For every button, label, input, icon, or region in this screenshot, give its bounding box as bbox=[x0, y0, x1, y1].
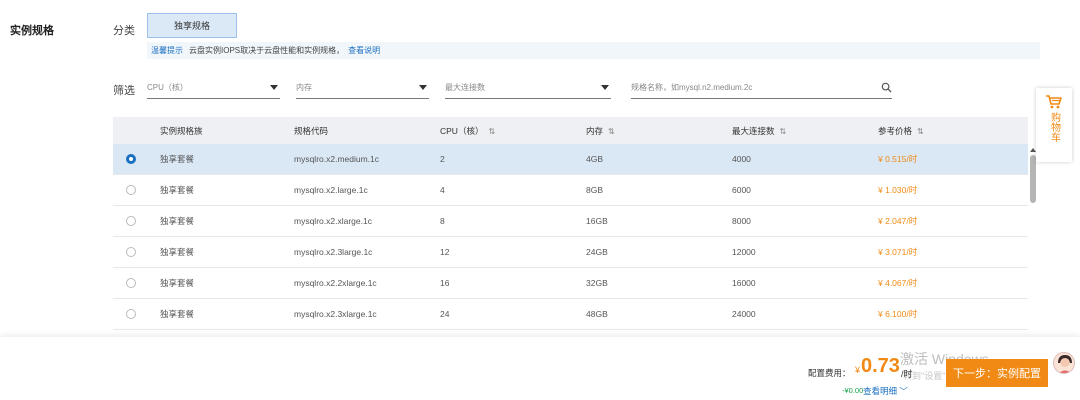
cell-family: 独享套餐 bbox=[160, 154, 195, 164]
spec-table: 实例规格族 规格代码 CPU（核） ⇅ 内存 ⇅ 最大连接数 ⇅ 参考价格 ⇅ 独享套餐… bbox=[113, 117, 1028, 330]
row-radio[interactable] bbox=[125, 309, 136, 319]
table-row[interactable]: 独享套餐 mysqlro.x2.3xlarge.1c 24 48GB 24000… bbox=[113, 299, 1028, 330]
next-step-button[interactable]: 下一步：实例配置 bbox=[946, 359, 1048, 387]
cart-button[interactable]: 购物车 bbox=[1036, 88, 1072, 162]
tip-bar: 温馨提示 云盘实例IOPS取决于云盘性能和实例规格， 查看说明 bbox=[147, 42, 1040, 59]
filter-label: 筛选 bbox=[113, 85, 135, 97]
cell-connections: 8000 bbox=[732, 216, 751, 226]
table-scrollbar[interactable] bbox=[1030, 145, 1037, 335]
cell-cpu: 16 bbox=[440, 278, 450, 288]
connections-filter-placeholder: 最大连接数 bbox=[445, 83, 485, 92]
sort-icon[interactable]: ⇅ bbox=[608, 127, 615, 136]
cell-connections: 24000 bbox=[732, 309, 756, 319]
section-title: 实例规格 bbox=[10, 25, 54, 37]
spec-type-chip[interactable]: 独享规格 bbox=[147, 13, 237, 38]
header-memory[interactable]: 内存 ⇅ bbox=[586, 125, 732, 137]
chevron-down-icon bbox=[601, 85, 609, 90]
sort-icon[interactable]: ⇅ bbox=[917, 127, 924, 136]
avatar-icon bbox=[1058, 355, 1072, 373]
spec-search-box bbox=[631, 77, 892, 99]
cell-price: ¥ 6.100/时 bbox=[878, 309, 918, 319]
header-price[interactable]: 参考价格 ⇅ bbox=[878, 125, 1028, 137]
chevron-down-icon: ﹀ bbox=[899, 386, 908, 396]
cart-label: 购物车 bbox=[1048, 112, 1060, 142]
chevron-down-icon bbox=[419, 85, 427, 90]
cart-icon bbox=[1046, 95, 1062, 109]
cell-price: ¥ 2.047/时 bbox=[878, 216, 918, 226]
view-detail-link[interactable]: 查看明细 ﹀ bbox=[863, 385, 908, 397]
scroll-thumb[interactable] bbox=[1030, 155, 1036, 203]
table-row[interactable]: 独享套餐 mysqlro.x2.2xlarge.1c 16 32GB 16000… bbox=[113, 268, 1028, 299]
cell-cpu: 24 bbox=[440, 309, 450, 319]
search-icon[interactable] bbox=[881, 82, 892, 93]
sort-icon[interactable]: ⇅ bbox=[780, 127, 787, 136]
cell-family: 独享套餐 bbox=[160, 216, 195, 226]
cell-cpu: 8 bbox=[440, 216, 445, 226]
cell-memory: 48GB bbox=[586, 309, 608, 319]
table-header: 实例规格族 规格代码 CPU（核） ⇅ 内存 ⇅ 最大连接数 ⇅ 参考价格 ⇅ bbox=[113, 117, 1028, 144]
cell-price: ¥ 3.071/时 bbox=[878, 247, 918, 257]
fee-unit: /时 bbox=[901, 369, 913, 379]
cell-connections: 16000 bbox=[732, 278, 756, 288]
cell-connections: 4000 bbox=[732, 154, 751, 164]
cell-family: 独享套餐 bbox=[160, 278, 195, 288]
cpu-filter-placeholder: CPU（核） bbox=[147, 83, 188, 92]
cell-price: ¥ 0.515/时 bbox=[878, 154, 918, 164]
fee-amount: 0.73 bbox=[861, 355, 900, 377]
footer-bar: 激活 Windows 转到"设置" 配置费用： ¥ 0.73 /时 -¥0.00… bbox=[0, 337, 1080, 400]
table-row[interactable]: 独享套餐 mysqlro.x2.large.1c 4 8GB 6000 ¥ 1.… bbox=[113, 175, 1028, 206]
fee-label: 配置费用： bbox=[808, 368, 851, 378]
category-label: 分类 bbox=[113, 25, 135, 37]
cell-price: ¥ 1.030/时 bbox=[878, 185, 918, 195]
sort-icon[interactable]: ⇅ bbox=[488, 127, 495, 136]
fee-saving: -¥0.00 bbox=[842, 386, 864, 395]
row-radio[interactable] bbox=[125, 247, 136, 257]
cell-cpu: 4 bbox=[440, 185, 445, 195]
cell-memory: 4GB bbox=[586, 154, 604, 164]
cell-family: 独享套餐 bbox=[160, 309, 195, 319]
instance-spec-page: 实例规格 分类 独享规格 温馨提示 云盘实例IOPS取决于云盘性能和实例规格， … bbox=[0, 0, 1080, 400]
cell-code: mysqlro.x2.medium.1c bbox=[294, 154, 380, 164]
cell-memory: 8GB bbox=[586, 185, 604, 195]
header-family: 实例规格族 bbox=[160, 125, 203, 136]
cell-memory: 24GB bbox=[586, 247, 608, 257]
avatar[interactable] bbox=[1053, 352, 1075, 374]
cell-connections: 6000 bbox=[732, 185, 751, 195]
cell-code: mysqlro.x2.3large.1c bbox=[294, 247, 373, 257]
header-code: 规格代码 bbox=[294, 125, 329, 136]
cell-memory: 32GB bbox=[586, 278, 608, 288]
header-cpu[interactable]: CPU（核） ⇅ bbox=[440, 125, 586, 137]
cell-memory: 16GB bbox=[586, 216, 608, 226]
tip-link[interactable]: 查看说明 bbox=[348, 45, 380, 56]
tip-tag: 温馨提示 bbox=[151, 46, 183, 55]
cell-code: mysqlro.x2.xlarge.1c bbox=[294, 216, 372, 226]
cell-code: mysqlro.x2.2xlarge.1c bbox=[294, 278, 377, 288]
cell-cpu: 2 bbox=[440, 154, 445, 164]
row-radio[interactable] bbox=[125, 185, 136, 195]
fee-currency: ¥ bbox=[855, 365, 861, 375]
row-radio[interactable] bbox=[125, 216, 136, 226]
cell-price: ¥ 4.067/时 bbox=[878, 278, 918, 288]
table-row[interactable]: 独享套餐 mysqlro.x2.3large.1c 12 24GB 12000 … bbox=[113, 237, 1028, 268]
cell-connections: 12000 bbox=[732, 247, 756, 257]
memory-filter-placeholder: 内存 bbox=[296, 83, 312, 92]
cell-code: mysqlro.x2.3xlarge.1c bbox=[294, 309, 377, 319]
chevron-down-icon bbox=[270, 85, 278, 90]
connections-filter-select[interactable]: 最大连接数 bbox=[445, 77, 611, 99]
tip-text: 云盘实例IOPS取决于云盘性能和实例规格， bbox=[189, 46, 345, 55]
memory-filter-select[interactable]: 内存 bbox=[296, 77, 429, 99]
header-connections[interactable]: 最大连接数 ⇅ bbox=[732, 125, 878, 137]
cpu-filter-select[interactable]: CPU（核） bbox=[147, 77, 280, 99]
cell-family: 独享套餐 bbox=[160, 247, 195, 257]
row-radio[interactable] bbox=[125, 278, 136, 288]
table-row[interactable]: 独享套餐 mysqlro.x2.medium.1c 2 4GB 4000 ¥ 0… bbox=[113, 144, 1028, 175]
cell-code: mysqlro.x2.large.1c bbox=[294, 185, 368, 195]
row-radio[interactable] bbox=[125, 154, 136, 164]
cell-family: 独享套餐 bbox=[160, 185, 195, 195]
spec-search-input[interactable] bbox=[631, 83, 871, 92]
cell-cpu: 12 bbox=[440, 247, 450, 257]
table-row[interactable]: 独享套餐 mysqlro.x2.xlarge.1c 8 16GB 8000 ¥ … bbox=[113, 206, 1028, 237]
